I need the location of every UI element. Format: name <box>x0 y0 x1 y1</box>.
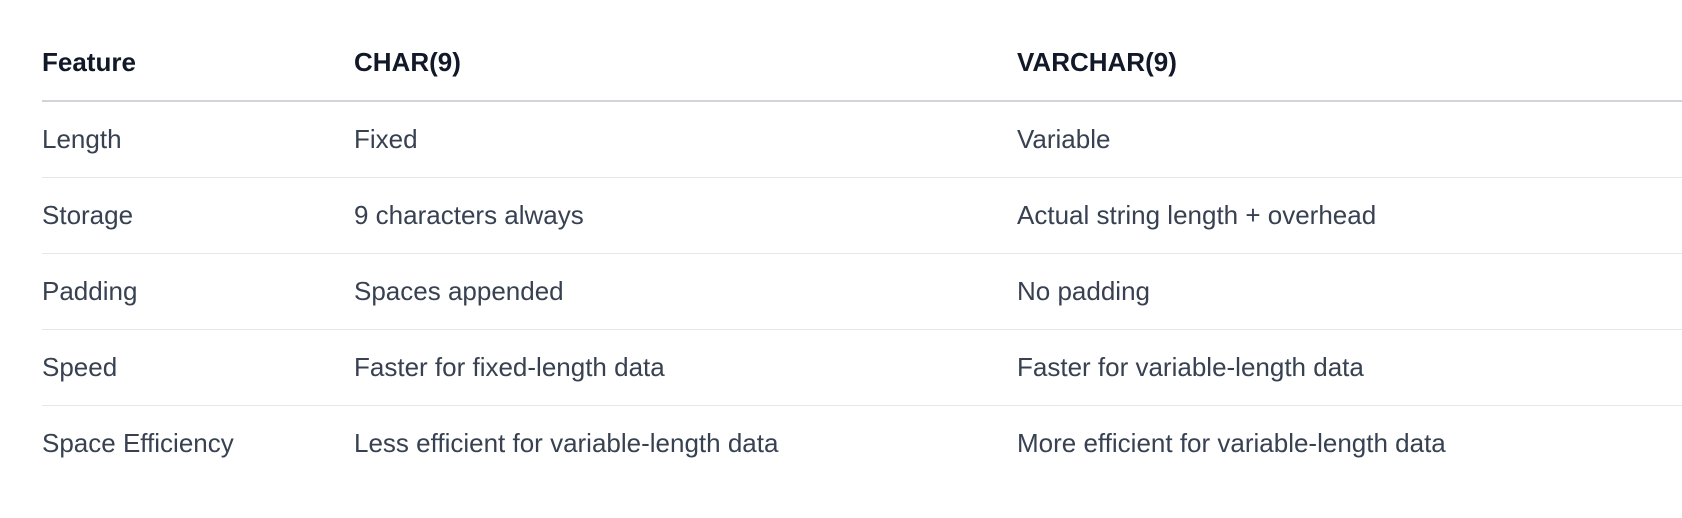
table-row: Length Fixed Variable <box>42 101 1682 178</box>
char-cell: Faster for fixed-length data <box>354 329 1017 406</box>
comparison-table-container: Feature CHAR(9) VARCHAR(9) Length Fixed … <box>42 25 1682 481</box>
varchar-cell: Actual string length + overhead <box>1017 177 1682 254</box>
comparison-table: Feature CHAR(9) VARCHAR(9) Length Fixed … <box>42 25 1682 481</box>
header-feature: Feature <box>42 25 354 102</box>
header-varchar: VARCHAR(9) <box>1017 25 1682 102</box>
char-cell: Fixed <box>354 101 1017 178</box>
table-row: Storage 9 characters always Actual strin… <box>42 177 1682 254</box>
varchar-cell: No padding <box>1017 253 1682 330</box>
feature-cell: Padding <box>42 253 354 330</box>
table-row: Padding Spaces appended No padding <box>42 253 1682 330</box>
varchar-cell: Variable <box>1017 101 1682 178</box>
varchar-cell: More efficient for variable-length data <box>1017 428 1446 458</box>
feature-cell: Length <box>42 101 354 178</box>
char-cell: Spaces appended <box>354 253 1017 330</box>
char-cell: Less efficient for variable-length data <box>354 428 779 458</box>
table-row: Speed Faster for fixed-length data Faste… <box>42 329 1682 406</box>
table-header: Feature CHAR(9) VARCHAR(9) <box>42 25 1682 102</box>
varchar-cell: Faster for variable-length data <box>1017 329 1682 406</box>
header-row: Feature CHAR(9) VARCHAR(9) <box>42 25 1682 102</box>
feature-cell: Space Efficiency <box>42 428 234 458</box>
table-body: Length Fixed Variable Storage 9 characte… <box>42 101 1682 481</box>
header-char: CHAR(9) <box>354 25 1017 102</box>
table-row: Space Efficiency Less efficient for vari… <box>42 406 1682 482</box>
char-cell: 9 characters always <box>354 177 1017 254</box>
feature-cell: Speed <box>42 329 354 406</box>
feature-cell: Storage <box>42 177 354 254</box>
